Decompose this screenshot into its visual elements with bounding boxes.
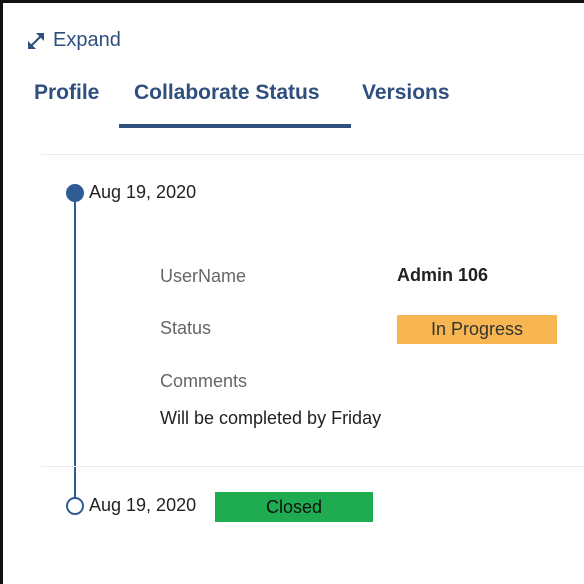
divider: [41, 154, 584, 155]
comments-label: Comments: [160, 371, 248, 391]
collaborate-panel: Expand Profile Collaborate Status Versio…: [0, 0, 584, 584]
timeline-dot-hollow: [66, 497, 84, 515]
timeline-dot-filled: [66, 184, 84, 202]
timeline-date: Aug 19, 2020: [89, 495, 197, 515]
active-tab-indicator: [119, 124, 351, 128]
tab-profile[interactable]: Profile: [34, 81, 99, 105]
tab-versions[interactable]: Versions: [362, 81, 450, 105]
status-label: Status: [160, 318, 212, 338]
status-badge-in-progress: In Progress: [397, 315, 557, 344]
tab-collaborate-status[interactable]: Collaborate Status: [134, 81, 320, 105]
timeline-line: [74, 193, 76, 503]
comments-value: Will be completed by Friday: [160, 408, 382, 428]
username-label: UserName: [160, 266, 247, 286]
expand-icon: [28, 32, 44, 49]
timeline-date: Aug 19, 2020: [89, 182, 197, 202]
tab-bar: Profile Collaborate Status Versions: [3, 81, 584, 131]
expand-label: Expand: [53, 29, 121, 51]
divider: [41, 466, 584, 467]
username-value: Admin 106: [397, 265, 489, 285]
expand-button[interactable]: Expand: [25, 29, 121, 52]
status-badge-closed: Closed: [215, 492, 373, 522]
